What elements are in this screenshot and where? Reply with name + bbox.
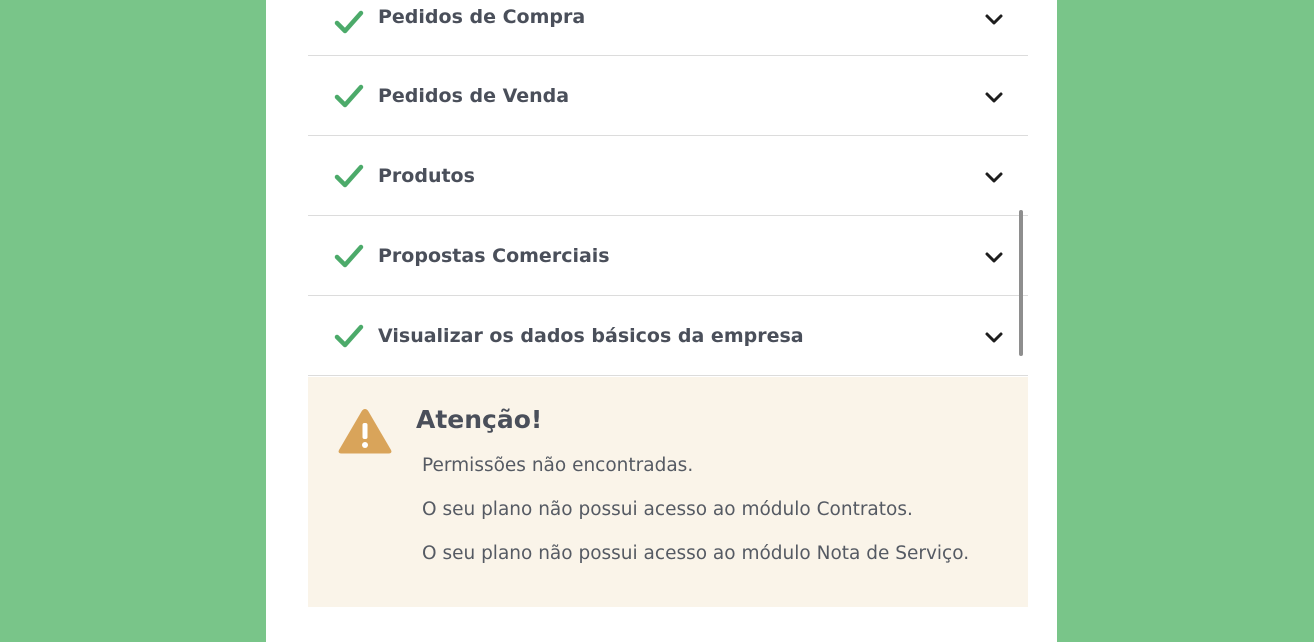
- check-icon: [334, 324, 364, 347]
- permission-label: Pedidos de Compra: [378, 6, 586, 28]
- check-icon: [334, 244, 364, 267]
- permission-item-produtos[interactable]: Produtos: [308, 136, 1028, 216]
- permission-label: Produtos: [378, 164, 475, 187]
- permission-label: Visualizar os dados básicos da empresa: [378, 324, 804, 347]
- permission-item-propostas-comerciais[interactable]: Propostas Comerciais: [308, 216, 1028, 296]
- chevron-down-icon[interactable]: [984, 167, 1004, 187]
- permission-item-pedidos-de-compra[interactable]: Pedidos de Compra: [308, 0, 1028, 56]
- check-icon: [334, 10, 364, 33]
- chevron-down-icon[interactable]: [984, 247, 1004, 267]
- warning-icon: [338, 409, 392, 454]
- warning-alert: Atenção! Permissões não encontradas. O s…: [308, 377, 1028, 607]
- permission-item-pedidos-de-venda[interactable]: Pedidos de Venda: [308, 56, 1028, 136]
- permissions-panel: Pedidos de Compra Pedidos de Venda Produ…: [266, 0, 1057, 642]
- alert-message: O seu plano não possui acesso ao módulo …: [422, 543, 970, 564]
- permissions-list: Pedidos de Compra Pedidos de Venda Produ…: [308, 0, 1028, 376]
- check-icon: [334, 164, 364, 187]
- list-scrollbar[interactable]: [1019, 210, 1023, 356]
- permission-item-dados-basicos-empresa[interactable]: Visualizar os dados básicos da empresa: [308, 296, 1028, 376]
- alert-message: Permissões não encontradas.: [422, 455, 694, 476]
- alert-title: Atenção!: [416, 405, 543, 434]
- permission-label: Propostas Comerciais: [378, 244, 610, 267]
- permission-label: Pedidos de Venda: [378, 84, 570, 107]
- chevron-down-icon[interactable]: [984, 9, 1004, 29]
- chevron-down-icon[interactable]: [984, 327, 1004, 347]
- check-icon: [334, 84, 364, 107]
- alert-message: O seu plano não possui acesso ao módulo …: [422, 499, 913, 520]
- chevron-down-icon[interactable]: [984, 87, 1004, 107]
